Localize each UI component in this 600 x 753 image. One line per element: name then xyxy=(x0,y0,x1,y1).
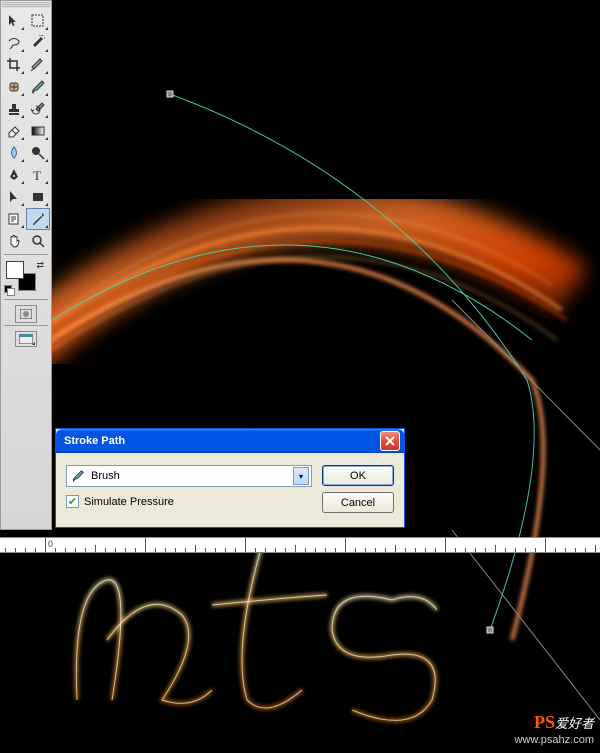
crop-tool[interactable] xyxy=(2,54,26,76)
color-swatches[interactable]: ⇄ xyxy=(4,259,48,295)
foreground-swatch[interactable] xyxy=(6,261,24,279)
stamp-tool[interactable] xyxy=(2,98,26,120)
zoom-tool[interactable] xyxy=(26,230,50,252)
svg-text:T: T xyxy=(33,168,41,183)
chevron-down-icon[interactable]: ▾ xyxy=(293,467,309,485)
ruler-label: 0 xyxy=(48,539,53,549)
toolbox-handle[interactable] xyxy=(2,2,50,8)
shape-tool[interactable] xyxy=(26,186,50,208)
marquee-tool[interactable] xyxy=(26,10,50,32)
pen-tool[interactable] xyxy=(2,164,26,186)
healing-tool[interactable] xyxy=(2,76,26,98)
eyedropper-tool[interactable] xyxy=(26,208,50,230)
close-icon[interactable] xyxy=(380,431,400,451)
dialog-title: Stroke Path xyxy=(64,435,380,447)
dodge-tool[interactable] xyxy=(26,142,50,164)
brush-icon xyxy=(71,469,85,483)
hand-tool[interactable] xyxy=(2,230,26,252)
ok-button[interactable]: OK xyxy=(322,465,394,486)
blur-tool[interactable] xyxy=(2,142,26,164)
move-tool[interactable] xyxy=(2,10,26,32)
stroke-path-dialog: Stroke Path Brush ▾ ✔ Simulate Pressure … xyxy=(55,428,405,528)
cancel-button[interactable]: Cancel xyxy=(322,492,394,513)
default-colors-icon[interactable] xyxy=(4,285,14,295)
quickmask-toggle[interactable] xyxy=(15,305,37,323)
simulate-pressure-checkbox[interactable]: ✔ xyxy=(66,495,79,508)
gradient-tool[interactable] xyxy=(26,120,50,142)
notes-tool[interactable] xyxy=(2,208,26,230)
wand-tool[interactable] xyxy=(26,32,50,54)
horizontal-ruler: 0 xyxy=(0,537,600,553)
path-select-tool[interactable] xyxy=(2,186,26,208)
type-tool[interactable]: T xyxy=(26,164,50,186)
artwork xyxy=(52,0,600,753)
lasso-tool[interactable] xyxy=(2,32,26,54)
canvas[interactable] xyxy=(52,0,600,753)
tool-select-label: Brush xyxy=(91,470,287,482)
slice-tool[interactable] xyxy=(26,54,50,76)
dialog-titlebar[interactable]: Stroke Path xyxy=(56,429,404,453)
brush-tool[interactable] xyxy=(26,76,50,98)
eraser-tool[interactable] xyxy=(2,120,26,142)
simulate-pressure-label: Simulate Pressure xyxy=(84,496,174,508)
toolbox: T ⇄ xyxy=(0,0,52,530)
watermark: PS爱好者 www.psahz.com xyxy=(515,712,594,747)
screen-mode-toggle[interactable] xyxy=(15,331,37,347)
stroke-tool-select[interactable]: Brush ▾ xyxy=(66,465,312,487)
swap-colors-icon[interactable]: ⇄ xyxy=(36,260,44,271)
history-brush-tool[interactable] xyxy=(26,98,50,120)
